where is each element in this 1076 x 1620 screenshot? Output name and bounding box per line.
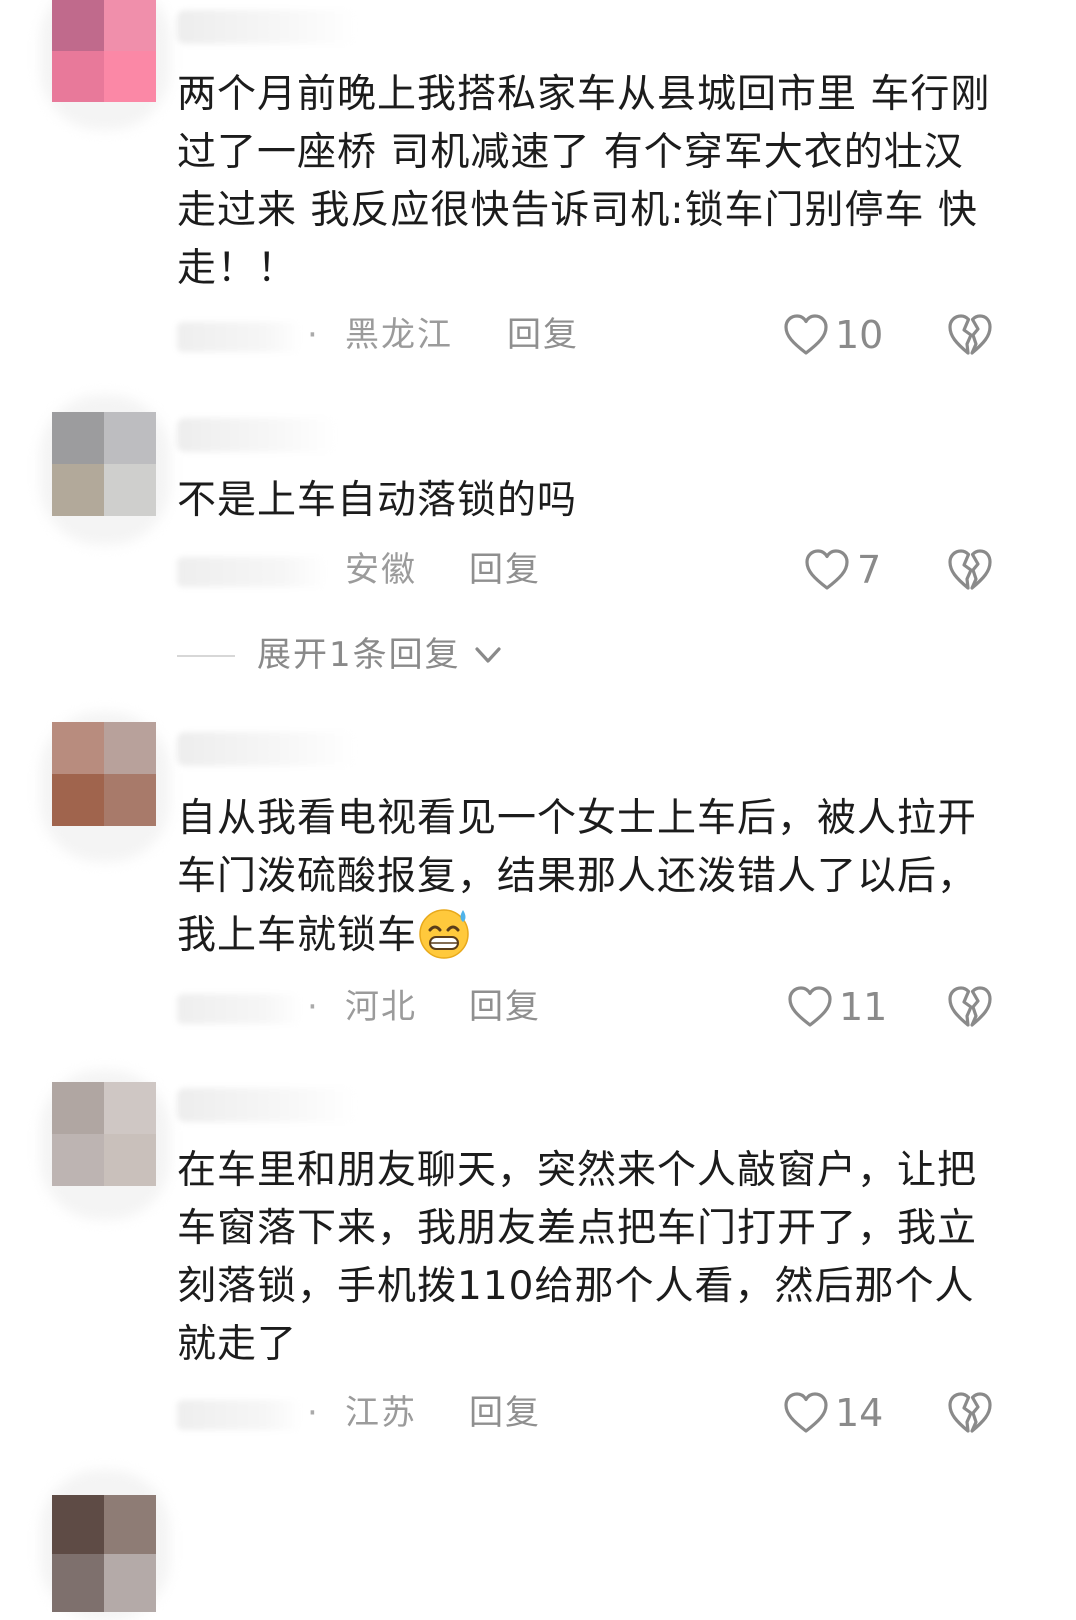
like-count: 14 bbox=[835, 1391, 884, 1435]
comment-meta: · 江苏 回复 14 bbox=[177, 1388, 1007, 1438]
heart-outline-icon[interactable] bbox=[804, 548, 850, 592]
grinning-sweat-emoji-icon bbox=[417, 906, 471, 960]
divider bbox=[177, 655, 235, 657]
like-count: 7 bbox=[857, 548, 882, 592]
username-redacted[interactable] bbox=[177, 418, 337, 452]
avatar[interactable] bbox=[52, 722, 156, 826]
comment-text-content: 自从我看电视看见一个女士上车后，被人拉开车门泼硫酸报复，结果那人还泼错人了以后，… bbox=[177, 796, 978, 958]
comment-text: 两个月前晚上我搭私家车从县城回市里 车行刚过了一座桥 司机减速了 有个穿军大衣的… bbox=[177, 72, 991, 291]
heart-outline-icon[interactable] bbox=[783, 313, 829, 357]
meta-separator: · bbox=[307, 1393, 318, 1433]
heart-outline-icon[interactable] bbox=[787, 985, 833, 1029]
avatar[interactable] bbox=[52, 412, 156, 516]
reply-button[interactable]: 回复 bbox=[469, 982, 541, 1032]
heart-outline-icon[interactable] bbox=[783, 1391, 829, 1435]
location-label: 江苏 bbox=[345, 1393, 417, 1433]
timestamp-redacted bbox=[177, 322, 302, 352]
comment-meta: · 黑龙江 回复 10 bbox=[177, 310, 1007, 360]
comment-meta: · 河北 回复 11 bbox=[177, 982, 1007, 1032]
location-label: 安徽 bbox=[345, 550, 417, 590]
comment-meta: 安徽 回复 7 bbox=[177, 545, 1007, 595]
like-count: 11 bbox=[839, 985, 888, 1029]
like-count: 10 bbox=[835, 313, 884, 357]
reply-button[interactable]: 回复 bbox=[469, 1388, 541, 1438]
meta-separator: · bbox=[307, 987, 318, 1027]
username-redacted[interactable] bbox=[177, 732, 357, 766]
avatar[interactable] bbox=[52, 1495, 156, 1612]
expand-replies-button[interactable]: 展开1条回复 bbox=[177, 630, 577, 680]
chevron-down-icon bbox=[475, 647, 501, 663]
reply-button[interactable]: 回复 bbox=[507, 310, 579, 360]
broken-heart-icon[interactable] bbox=[947, 985, 993, 1029]
avatar[interactable] bbox=[52, 1082, 156, 1186]
username-redacted[interactable] bbox=[177, 1088, 357, 1122]
timestamp-redacted bbox=[177, 557, 327, 587]
timestamp-redacted bbox=[177, 994, 302, 1024]
username-redacted[interactable] bbox=[177, 10, 357, 44]
comment-text: 不是上车自动落锁的吗 bbox=[177, 478, 578, 523]
avatar[interactable] bbox=[52, 0, 156, 102]
location-label: 河北 bbox=[345, 987, 417, 1027]
broken-heart-icon[interactable] bbox=[947, 313, 993, 357]
comment-text: 自从我看电视看见一个女士上车后，被人拉开车门泼硫酸报复，结果那人还泼错人了以后，… bbox=[177, 790, 997, 965]
location-label: 黑龙江 bbox=[345, 315, 453, 355]
reply-button[interactable]: 回复 bbox=[469, 545, 541, 595]
comment-text: 在车里和朋友聊天，突然来个人敲窗户，让把车窗落下来，我朋友差点把车门打开了，我立… bbox=[177, 1148, 978, 1367]
meta-separator: · bbox=[307, 315, 318, 355]
broken-heart-icon[interactable] bbox=[947, 1391, 993, 1435]
broken-heart-icon[interactable] bbox=[947, 548, 993, 592]
expand-replies-label: 展开1条回复 bbox=[257, 635, 461, 675]
timestamp-redacted bbox=[177, 1400, 302, 1430]
